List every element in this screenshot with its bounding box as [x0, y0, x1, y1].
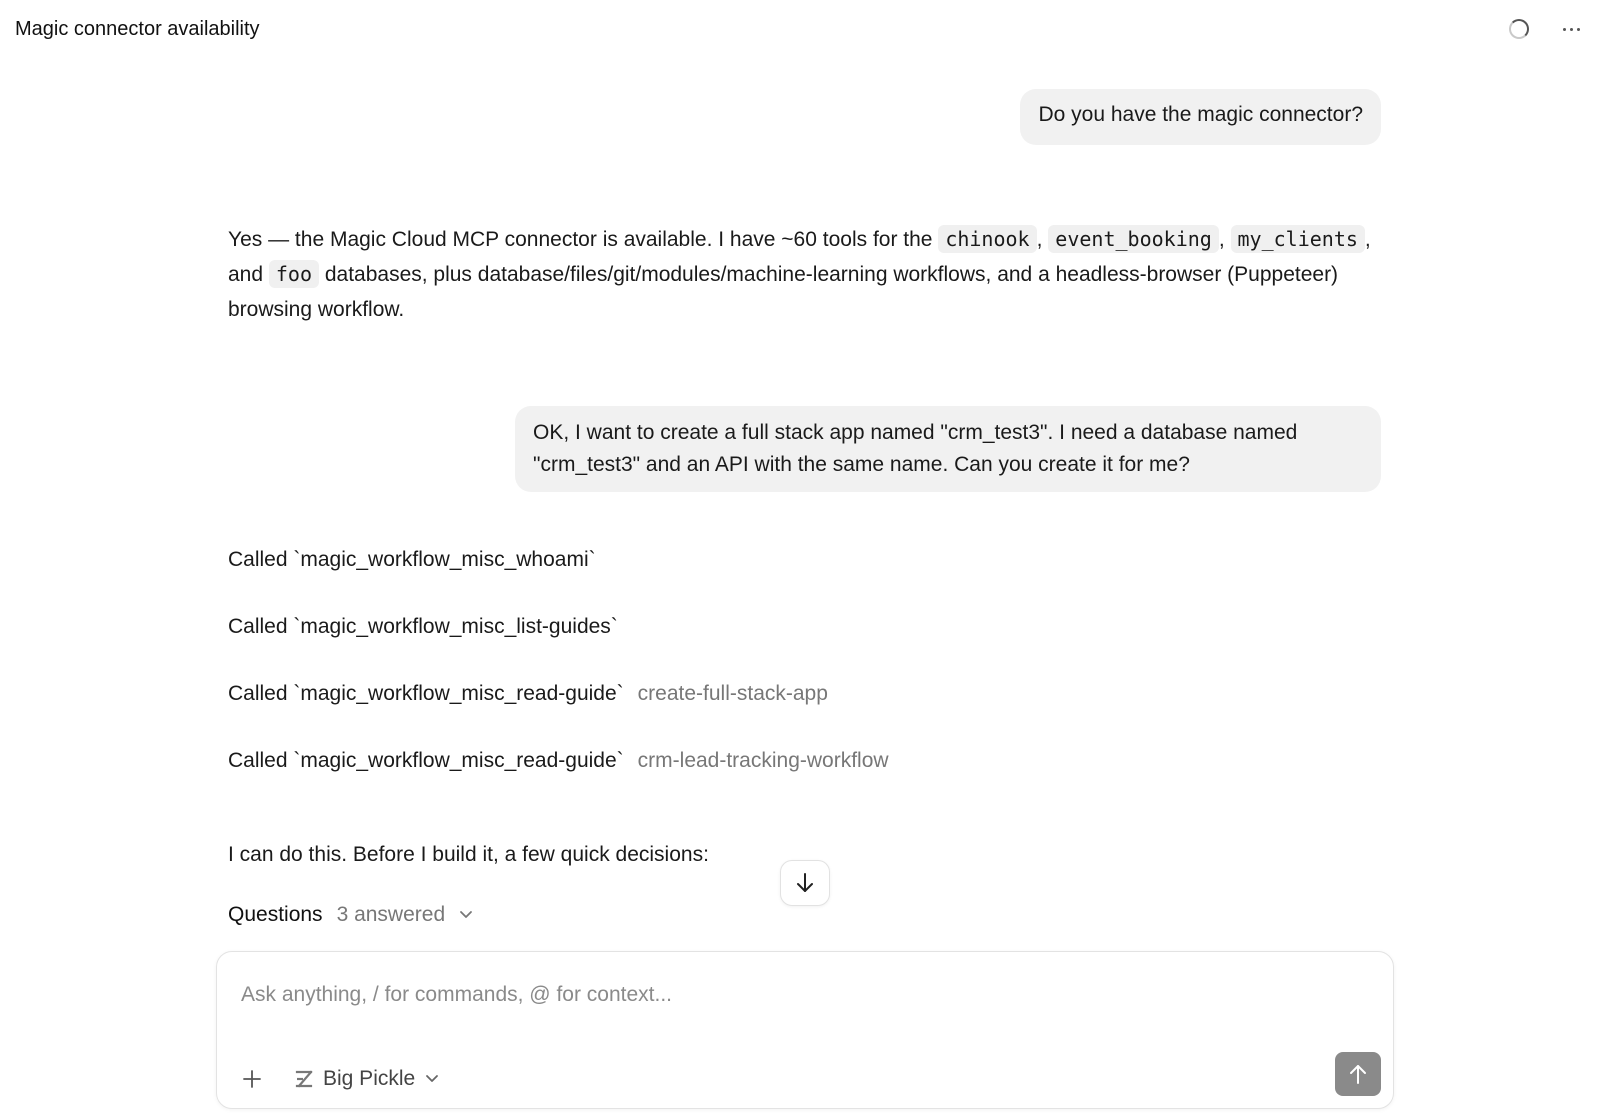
tool-call[interactable]: Called `magic_workflow_misc_list-guides` — [228, 615, 618, 639]
scroll-to-bottom-button[interactable] — [780, 860, 830, 906]
user-message: OK, I want to create a full stack app na… — [515, 406, 1381, 492]
add-attachment-button[interactable] — [239, 1066, 265, 1092]
loading-spinner-icon — [1509, 19, 1529, 39]
arrow-up-icon — [1350, 1065, 1366, 1084]
inline-code: chinook — [938, 225, 1037, 253]
model-name: Big Pickle — [323, 1067, 416, 1090]
tool-call[interactable]: Called `magic_workflow_misc_whoami` — [228, 548, 596, 572]
questions-count: 3 answered — [336, 903, 446, 926]
page-title: Magic connector availability — [15, 17, 260, 40]
tool-call[interactable]: Called `magic_workflow_misc_read-guide` … — [228, 749, 889, 773]
model-selector[interactable]: Big Pickle — [295, 1067, 439, 1091]
chevron-down-icon — [426, 1075, 439, 1082]
questions-label: Questions — [228, 903, 323, 926]
more-options-button[interactable] — [1559, 24, 1584, 35]
tool-call-label: Called `magic_workflow_misc_read-guide` — [228, 682, 624, 705]
user-message: Do you have the magic connector? — [1020, 89, 1381, 145]
inline-code: event_booking — [1048, 225, 1219, 253]
assistant-message: I can do this. Before I build it, a few … — [228, 843, 709, 866]
tool-call-arg: create-full-stack-app — [637, 682, 828, 705]
inline-code: my_clients — [1230, 225, 1365, 253]
assistant-message: Yes — the Magic Cloud MCP connector is a… — [228, 222, 1378, 327]
composer-toolbar: Big Pickle — [239, 1066, 439, 1092]
separator: , — [1218, 228, 1231, 251]
header-actions — [1509, 19, 1584, 39]
more-dot — [1570, 27, 1573, 31]
chevron-down-icon — [460, 911, 473, 918]
questions-toggle[interactable]: Questions 3 answered — [228, 903, 473, 927]
tool-call-label: Called `magic_workflow_misc_whoami` — [228, 548, 596, 571]
message-input[interactable] — [241, 978, 1361, 1012]
arrow-down-icon — [797, 873, 813, 892]
model-logo-icon — [295, 1070, 313, 1088]
assistant-text-part: databases, plus database/files/git/modul… — [228, 263, 1339, 321]
composer: Big Pickle — [216, 951, 1394, 1109]
separator: , — [1036, 228, 1049, 251]
send-button[interactable] — [1335, 1052, 1381, 1096]
tool-call-label: Called `magic_workflow_misc_read-guide` — [228, 749, 624, 772]
more-dot — [1577, 27, 1580, 31]
inline-code: foo — [268, 260, 319, 288]
assistant-text-part: Yes — the Magic Cloud MCP connector is a… — [228, 228, 939, 251]
header: Magic connector availability — [0, 0, 1600, 58]
tool-call-label: Called `magic_workflow_misc_list-guides` — [228, 615, 618, 638]
more-dot — [1563, 27, 1566, 31]
tool-call[interactable]: Called `magic_workflow_misc_read-guide` … — [228, 682, 828, 706]
plus-icon — [243, 1070, 261, 1088]
tool-call-arg: crm-lead-tracking-workflow — [637, 749, 889, 772]
chat-page: Magic connector availability Do you have… — [0, 0, 1600, 1115]
